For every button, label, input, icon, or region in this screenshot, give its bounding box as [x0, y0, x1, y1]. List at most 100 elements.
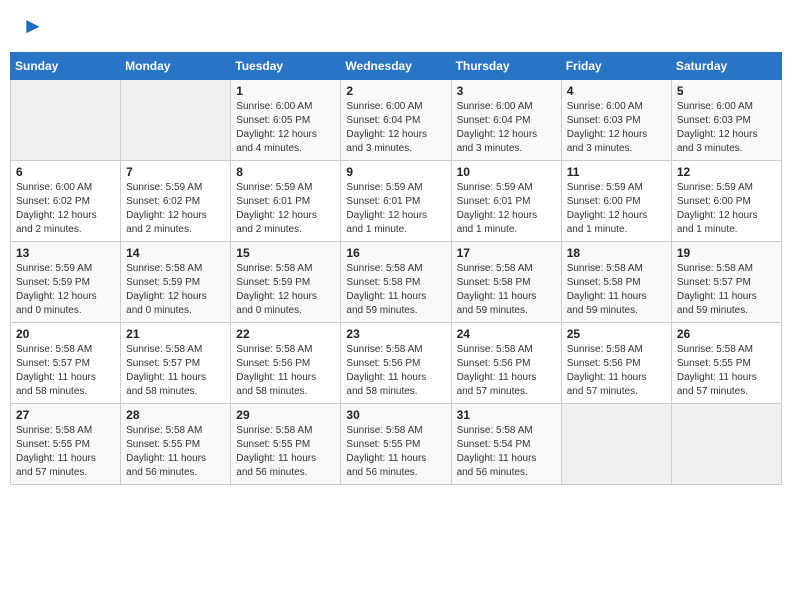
day-info: Sunrise: 5:58 AM Sunset: 5:56 PM Dayligh… [236, 343, 335, 399]
day-info: Sunrise: 6:00 AM Sunset: 6:03 PM Dayligh… [677, 100, 776, 156]
day-number: 22 [236, 327, 335, 341]
weekday-header: Thursday [451, 53, 561, 80]
day-number: 9 [346, 165, 445, 179]
day-info: Sunrise: 6:00 AM Sunset: 6:05 PM Dayligh… [236, 100, 335, 156]
day-info: Sunrise: 5:58 AM Sunset: 5:55 PM Dayligh… [236, 424, 335, 480]
calendar-cell: 12 Sunrise: 5:59 AM Sunset: 6:00 PM Dayli… [671, 161, 781, 242]
calendar-cell: 23 Sunrise: 5:58 AM Sunset: 5:56 PM Dayli… [341, 323, 451, 404]
calendar-cell: 7 Sunrise: 5:59 AM Sunset: 6:02 PM Daylig… [121, 161, 231, 242]
day-number: 3 [457, 84, 556, 98]
day-info: Sunrise: 5:58 AM Sunset: 5:58 PM Dayligh… [457, 262, 556, 318]
calendar-cell: 4 Sunrise: 6:00 AM Sunset: 6:03 PM Daylig… [561, 80, 671, 161]
day-number: 15 [236, 246, 335, 260]
day-number: 30 [346, 408, 445, 422]
day-info: Sunrise: 6:00 AM Sunset: 6:04 PM Dayligh… [457, 100, 556, 156]
day-number: 7 [126, 165, 225, 179]
calendar-cell: 21 Sunrise: 5:58 AM Sunset: 5:57 PM Dayli… [121, 323, 231, 404]
calendar-cell: 1 Sunrise: 6:00 AM Sunset: 6:05 PM Daylig… [231, 80, 341, 161]
day-number: 19 [677, 246, 776, 260]
day-info: Sunrise: 5:59 AM Sunset: 6:00 PM Dayligh… [677, 181, 776, 237]
day-info: Sunrise: 5:58 AM Sunset: 5:57 PM Dayligh… [126, 343, 225, 399]
calendar-cell: 29Sunrise: 5:58 AM Sunset: 5:55 PM Dayli… [231, 404, 341, 485]
day-number: 18 [567, 246, 666, 260]
day-number: 21 [126, 327, 225, 341]
calendar-cell: 22 Sunrise: 5:58 AM Sunset: 5:56 PM Dayli… [231, 323, 341, 404]
calendar-table: SundayMondayTuesdayWednesdayThursdayFrid… [10, 52, 782, 485]
calendar-cell: 24 Sunrise: 5:58 AM Sunset: 5:56 PM Dayli… [451, 323, 561, 404]
calendar-cell: 20 Sunrise: 5:58 AM Sunset: 5:57 PM Dayli… [11, 323, 121, 404]
day-number: 31 [457, 408, 556, 422]
logo-arrow-icon: ► [22, 15, 44, 37]
day-info: Sunrise: 6:00 AM Sunset: 6:04 PM Dayligh… [346, 100, 445, 156]
day-info: Sunrise: 5:59 AM Sunset: 5:59 PM Dayligh… [16, 262, 115, 318]
day-info: Sunrise: 5:58 AM Sunset: 5:55 PM Dayligh… [677, 343, 776, 399]
day-info: Sunrise: 5:58 AM Sunset: 5:59 PM Dayligh… [126, 262, 225, 318]
day-info: Sunrise: 5:58 AM Sunset: 5:54 PM Dayligh… [457, 424, 556, 480]
calendar-header: SundayMondayTuesdayWednesdayThursdayFrid… [11, 53, 782, 80]
day-number: 1 [236, 84, 335, 98]
calendar-cell: 15Sunrise: 5:58 AM Sunset: 5:59 PM Dayli… [231, 242, 341, 323]
calendar-week-row: 13 Sunrise: 5:59 AM Sunset: 5:59 PM Dayli… [11, 242, 782, 323]
weekday-header: Tuesday [231, 53, 341, 80]
day-info: Sunrise: 5:58 AM Sunset: 5:58 PM Dayligh… [346, 262, 445, 318]
calendar-cell [121, 80, 231, 161]
calendar-cell: 17 Sunrise: 5:58 AM Sunset: 5:58 PM Dayli… [451, 242, 561, 323]
calendar-cell: 6 Sunrise: 6:00 AM Sunset: 6:02 PM Daylig… [11, 161, 121, 242]
day-info: Sunrise: 5:58 AM Sunset: 5:58 PM Dayligh… [567, 262, 666, 318]
weekday-header: Saturday [671, 53, 781, 80]
day-info: Sunrise: 6:00 AM Sunset: 6:02 PM Dayligh… [16, 181, 115, 237]
calendar-week-row: 6 Sunrise: 6:00 AM Sunset: 6:02 PM Daylig… [11, 161, 782, 242]
day-number: 6 [16, 165, 115, 179]
day-number: 28 [126, 408, 225, 422]
weekday-header: Friday [561, 53, 671, 80]
day-info: Sunrise: 5:58 AM Sunset: 5:56 PM Dayligh… [457, 343, 556, 399]
calendar-cell: 26Sunrise: 5:58 AM Sunset: 5:55 PM Dayli… [671, 323, 781, 404]
weekday-header: Wednesday [341, 53, 451, 80]
day-info: Sunrise: 5:58 AM Sunset: 5:57 PM Dayligh… [677, 262, 776, 318]
day-info: Sunrise: 5:58 AM Sunset: 5:55 PM Dayligh… [126, 424, 225, 480]
day-number: 27 [16, 408, 115, 422]
calendar-cell [671, 404, 781, 485]
calendar-cell: 16 Sunrise: 5:58 AM Sunset: 5:58 PM Dayli… [341, 242, 451, 323]
day-number: 4 [567, 84, 666, 98]
calendar-cell: 28 Sunrise: 5:58 AM Sunset: 5:55 PM Dayli… [121, 404, 231, 485]
calendar-cell: 2 Sunrise: 6:00 AM Sunset: 6:04 PM Daylig… [341, 80, 451, 161]
day-number: 13 [16, 246, 115, 260]
calendar-cell: 13 Sunrise: 5:59 AM Sunset: 5:59 PM Dayli… [11, 242, 121, 323]
day-info: Sunrise: 5:58 AM Sunset: 5:55 PM Dayligh… [346, 424, 445, 480]
calendar-cell: 19 Sunrise: 5:58 AM Sunset: 5:57 PM Dayli… [671, 242, 781, 323]
day-number: 17 [457, 246, 556, 260]
logo: ► [20, 15, 44, 37]
day-info: Sunrise: 5:58 AM Sunset: 5:56 PM Dayligh… [346, 343, 445, 399]
calendar-cell: 27 Sunrise: 5:58 AM Sunset: 5:55 PM Dayli… [11, 404, 121, 485]
day-info: Sunrise: 5:59 AM Sunset: 6:02 PM Dayligh… [126, 181, 225, 237]
day-info: Sunrise: 5:58 AM Sunset: 5:57 PM Dayligh… [16, 343, 115, 399]
day-number: 24 [457, 327, 556, 341]
day-number: 10 [457, 165, 556, 179]
day-info: Sunrise: 5:58 AM Sunset: 5:55 PM Dayligh… [16, 424, 115, 480]
calendar-cell: 8Sunrise: 5:59 AM Sunset: 6:01 PM Daylig… [231, 161, 341, 242]
calendar-cell: 18 Sunrise: 5:58 AM Sunset: 5:58 PM Dayli… [561, 242, 671, 323]
calendar-cell [11, 80, 121, 161]
day-info: Sunrise: 6:00 AM Sunset: 6:03 PM Dayligh… [567, 100, 666, 156]
calendar-week-row: 27 Sunrise: 5:58 AM Sunset: 5:55 PM Dayli… [11, 404, 782, 485]
day-info: Sunrise: 5:59 AM Sunset: 6:01 PM Dayligh… [346, 181, 445, 237]
calendar-week-row: 1 Sunrise: 6:00 AM Sunset: 6:05 PM Daylig… [11, 80, 782, 161]
calendar-cell: 30 Sunrise: 5:58 AM Sunset: 5:55 PM Dayli… [341, 404, 451, 485]
day-info: Sunrise: 5:59 AM Sunset: 6:01 PM Dayligh… [236, 181, 335, 237]
day-number: 25 [567, 327, 666, 341]
day-info: Sunrise: 5:59 AM Sunset: 6:01 PM Dayligh… [457, 181, 556, 237]
day-number: 23 [346, 327, 445, 341]
day-info: Sunrise: 5:58 AM Sunset: 5:56 PM Dayligh… [567, 343, 666, 399]
day-number: 16 [346, 246, 445, 260]
day-number: 12 [677, 165, 776, 179]
calendar-cell: 5 Sunrise: 6:00 AM Sunset: 6:03 PM Daylig… [671, 80, 781, 161]
day-number: 5 [677, 84, 776, 98]
day-number: 20 [16, 327, 115, 341]
calendar-cell [561, 404, 671, 485]
calendar-cell: 25 Sunrise: 5:58 AM Sunset: 5:56 PM Dayli… [561, 323, 671, 404]
calendar-cell: 31 Sunrise: 5:58 AM Sunset: 5:54 PM Dayli… [451, 404, 561, 485]
calendar-cell: 3 Sunrise: 6:00 AM Sunset: 6:04 PM Daylig… [451, 80, 561, 161]
calendar-cell: 10 Sunrise: 5:59 AM Sunset: 6:01 PM Dayli… [451, 161, 561, 242]
day-number: 2 [346, 84, 445, 98]
